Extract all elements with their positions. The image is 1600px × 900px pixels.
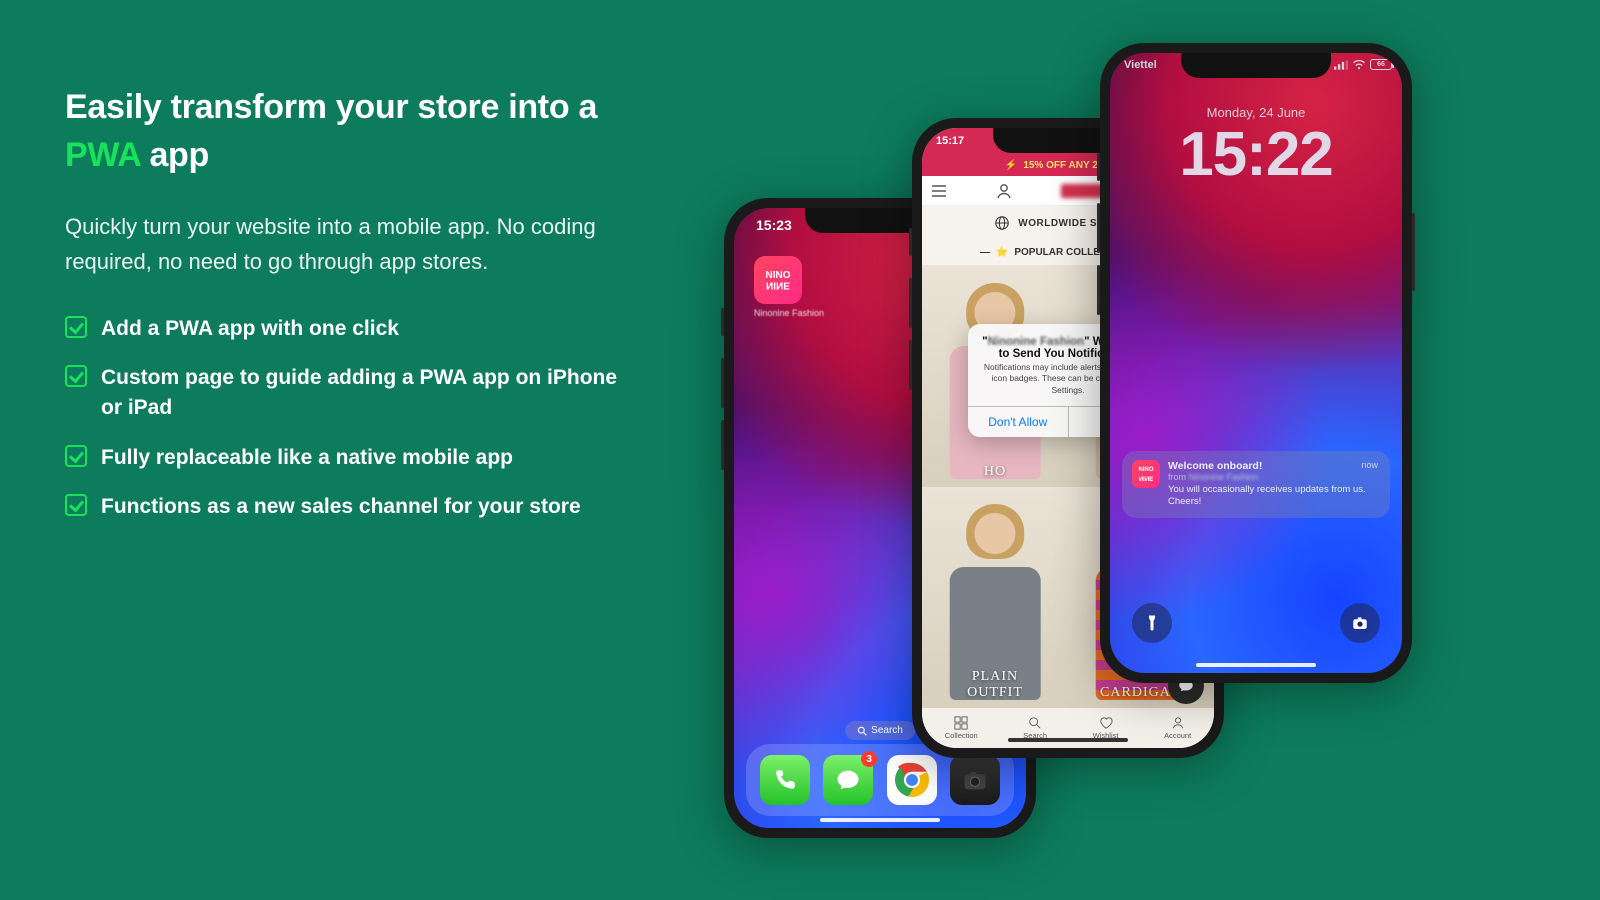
tab-bar: Collection Search Wishlist Account xyxy=(922,708,1214,748)
hamburger-icon[interactable] xyxy=(930,182,948,200)
notification-title: Welcome onboard! xyxy=(1168,460,1380,472)
account-icon[interactable] xyxy=(995,182,1013,200)
search-label: Search xyxy=(871,725,903,736)
app-label: Ninonine Fashion xyxy=(754,308,824,318)
phone-app-icon[interactable] xyxy=(760,755,810,805)
check-icon xyxy=(65,316,87,338)
home-indicator[interactable] xyxy=(1196,663,1316,667)
notification-body: You will occasionally receives updates f… xyxy=(1168,484,1380,509)
grid-icon xyxy=(954,716,968,730)
check-icon xyxy=(65,494,87,516)
search-icon xyxy=(857,726,867,736)
battery-icon: 66 xyxy=(1370,59,1392,70)
subheadline: Quickly turn your website into a mobile … xyxy=(65,209,620,279)
spotlight-search[interactable]: Search xyxy=(845,721,915,740)
camera-app-icon[interactable] xyxy=(950,755,1000,805)
carrier-label: Viettel xyxy=(1124,59,1157,71)
globe-icon xyxy=(994,215,1010,231)
alert-app-name: Ninonine Fashion xyxy=(988,336,1084,348)
check-icon xyxy=(65,445,87,467)
product-label: PLAIN OUTFIT xyxy=(967,669,1023,700)
feature-text: Add a PWA app with one click xyxy=(101,314,399,344)
chrome-app-icon[interactable] xyxy=(887,755,937,805)
feature-item: Add a PWA app with one click xyxy=(65,314,620,344)
feature-item: Functions as a new sales channel for you… xyxy=(65,492,620,522)
tab-wishlist[interactable]: Wishlist xyxy=(1093,716,1119,740)
product-label: HO xyxy=(984,464,1006,479)
flashlight-button[interactable] xyxy=(1132,603,1172,643)
tab-collection[interactable]: Collection xyxy=(945,716,978,740)
phone-showcase: 15:23 NINO NINE Ninonine Fashion Search xyxy=(700,43,1480,853)
home-indicator[interactable] xyxy=(1008,738,1128,742)
notch xyxy=(1181,53,1331,78)
search-icon xyxy=(1028,716,1042,730)
headline-post: app xyxy=(140,136,209,174)
check-icon xyxy=(65,365,87,387)
status-time: 15:17 xyxy=(936,135,964,147)
feature-item: Custom page to guide adding a PWA app on… xyxy=(65,363,620,424)
home-indicator[interactable] xyxy=(820,818,940,822)
app-tile-text: NINE xyxy=(766,280,790,290)
feature-text: Custom page to guide adding a PWA app on… xyxy=(101,363,620,424)
dont-allow-button[interactable]: Don't Allow xyxy=(968,407,1069,437)
wifi-icon xyxy=(1352,60,1366,70)
feature-text: Functions as a new sales channel for you… xyxy=(101,492,581,522)
pwa-app-icon[interactable]: NINO NINE Ninonine Fashion xyxy=(754,256,824,318)
feature-list: Add a PWA app with one click Custom page… xyxy=(65,314,620,523)
star-icon: ⭐ xyxy=(996,247,1008,258)
messages-app-icon[interactable]: 3 xyxy=(823,755,873,805)
lightning-icon: ⚡ xyxy=(1005,160,1017,171)
notification-badge: 3 xyxy=(861,751,877,767)
status-time: 15:23 xyxy=(756,217,792,233)
headline-accent: PWA xyxy=(65,136,140,174)
tab-search[interactable]: Search xyxy=(1023,716,1047,740)
heart-icon xyxy=(1099,716,1113,730)
camera-icon xyxy=(1351,614,1369,632)
lock-time: 15:22 xyxy=(1110,119,1402,190)
product-tile[interactable]: PLAIN OUTFIT xyxy=(922,487,1068,708)
feature-item: Fully replaceable like a native mobile a… xyxy=(65,443,620,473)
notification-from: from Ninonine Fashion xyxy=(1168,472,1380,482)
feature-text: Fully replaceable like a native mobile a… xyxy=(101,443,513,473)
tab-account[interactable]: Account xyxy=(1164,716,1191,740)
lock-date: Monday, 24 June xyxy=(1110,105,1402,120)
signal-icon xyxy=(1334,60,1348,70)
headline-pre: Easily transform your store into a xyxy=(65,88,597,126)
camera-button[interactable] xyxy=(1340,603,1380,643)
headline: Easily transform your store into a PWA a… xyxy=(65,84,620,179)
flashlight-icon xyxy=(1143,614,1161,632)
user-icon xyxy=(1171,716,1185,730)
push-notification[interactable]: NINO NINE Welcome onboard! from Ninonine… xyxy=(1122,451,1390,518)
phone-lock-screen: Viettel 66 Monday, 24 June 15:22 NINO NI… xyxy=(1100,43,1412,683)
notification-time: now xyxy=(1361,460,1378,470)
notification-app-icon: NINO NINE xyxy=(1132,460,1160,488)
